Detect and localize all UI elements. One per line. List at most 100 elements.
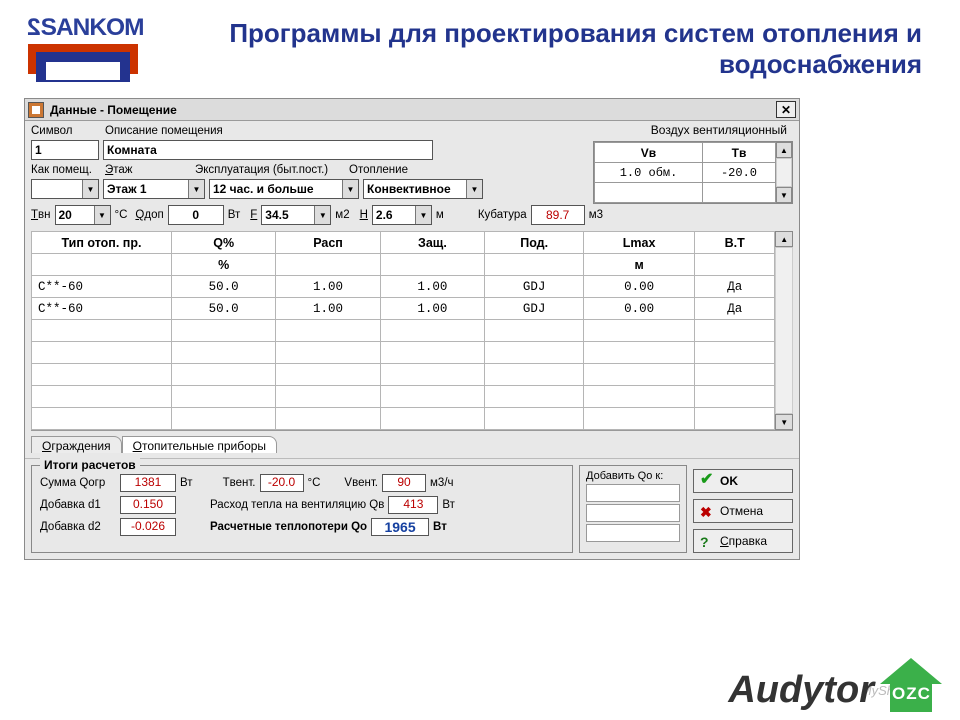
logo-text: SANKOM [41, 14, 144, 41]
d2-value: -0.026 [120, 518, 176, 536]
window-title: Данные - Помещение [50, 103, 177, 117]
add-qo-row[interactable] [586, 524, 680, 542]
col-unit [485, 254, 584, 276]
description-field[interactable] [103, 140, 433, 160]
label-heating: Отопление [349, 164, 408, 176]
vent-value-vv[interactable]: 1.0 обм. [595, 163, 703, 183]
qdop-field[interactable] [168, 205, 224, 225]
add-qo-row[interactable] [586, 504, 680, 522]
vent-title: Воздух вентиляционный [593, 123, 793, 137]
window-icon [28, 102, 44, 118]
tab-radiators[interactable]: Отопительные приборы [122, 436, 277, 453]
chevron-down-icon[interactable]: ▼ [314, 206, 330, 224]
label-kak: Как помещ. [31, 164, 101, 176]
label-qo: Расчетные теплопотери Qo [210, 521, 367, 533]
heaters-table[interactable]: Тип отоп. пр.Q%РаспЗащ.Под.LmaxВ.Т%мC**-… [31, 231, 775, 430]
vent-scroll-track[interactable] [776, 158, 792, 187]
symbol-field[interactable] [31, 140, 99, 160]
label-d1: Добавка d1 [40, 499, 116, 511]
col-unit [695, 254, 775, 276]
d1-value: 0.150 [120, 496, 176, 514]
tvn-combo[interactable]: 20▼ [55, 205, 111, 225]
results-title: Итоги расчетов [40, 458, 140, 472]
chevron-down-icon[interactable]: ▼ [82, 180, 98, 198]
add-qo-row[interactable] [586, 484, 680, 502]
f-combo[interactable]: 34.5▼ [261, 205, 331, 225]
heating-combo[interactable]: Конвективное▼ [363, 179, 483, 199]
label-description: Описание помещения [105, 125, 223, 137]
label-floor-rest: таж [113, 164, 132, 176]
qv-value: 413 [388, 496, 438, 514]
col-header: Под. [485, 232, 584, 254]
label-kubatura: Кубатура [478, 209, 527, 221]
label-vvent: Vвент. [344, 477, 378, 489]
table-row[interactable] [32, 386, 775, 408]
results-group: Итоги расчетов Сумма Qогр 1381 Вт Tвент.… [31, 465, 573, 553]
product-brand: Audytor OZC [728, 658, 942, 712]
table-scroll-track[interactable] [775, 247, 793, 414]
col-unit [380, 254, 484, 276]
chevron-down-icon[interactable]: ▼ [342, 180, 358, 198]
cancel-button[interactable]: ✖ Отмена [693, 499, 793, 523]
tab-enclosures[interactable]: Ограждения [31, 436, 122, 453]
vent-value-tv[interactable]: -20.0 [703, 163, 776, 183]
chevron-down-icon[interactable]: ▼ [466, 180, 482, 198]
label-symbol: Символ [31, 125, 101, 137]
vent-scroll-up[interactable]: ▲ [776, 142, 792, 158]
table-row[interactable]: C**-6050.01.001.00GDJ0.00Да [32, 298, 775, 320]
col-header: Lmax [584, 232, 695, 254]
col-unit: м [584, 254, 695, 276]
table-row[interactable] [32, 364, 775, 386]
chevron-down-icon[interactable]: ▼ [188, 180, 204, 198]
label-ekspl: Эксплуатация (быт.пост.) [195, 164, 345, 176]
sum-qogr-value: 1381 [120, 474, 176, 492]
col-header: Q% [172, 232, 276, 254]
product-name: Audytor [728, 669, 874, 712]
col-header: Расп [276, 232, 380, 254]
unit-vt: Вт [228, 209, 241, 221]
add-qo-group: Добавить Qо к: [579, 465, 687, 553]
table-row[interactable]: C**-6050.01.001.00GDJ0.00Да [32, 276, 775, 298]
close-button[interactable]: ✕ [776, 101, 796, 118]
table-scroll-down[interactable]: ▼ [775, 414, 793, 430]
tvent-value: -20.0 [260, 474, 304, 492]
ekspl-combo[interactable]: 12 час. и больше▼ [209, 179, 359, 199]
sankom-logo: 2SANKOM [28, 14, 178, 82]
ok-button[interactable]: ✔ OK [693, 469, 793, 493]
col-unit [276, 254, 380, 276]
unit-m3: м3 [589, 209, 603, 221]
table-row[interactable] [32, 408, 775, 430]
unit-m2: м2 [335, 209, 349, 221]
col-unit [32, 254, 172, 276]
table-row[interactable] [32, 320, 775, 342]
h-combo[interactable]: 2.6▼ [372, 205, 432, 225]
table-scroll-up[interactable]: ▲ [775, 231, 793, 247]
close-icon: ✖ [700, 504, 714, 518]
vvent-value: 90 [382, 474, 426, 492]
unit-c: °C [115, 209, 128, 221]
col-header: Тип отоп. пр. [32, 232, 172, 254]
label-sum-qogr: Сумма Qогр [40, 477, 116, 489]
label-d2: Добавка d2 [40, 521, 116, 533]
vent-header-tv: Tв [703, 143, 776, 163]
kubatura-field: 89.7 [531, 205, 585, 225]
label-qv: Расход тепла на вентиляцию Qв [210, 499, 384, 511]
check-icon: ✔ [700, 474, 714, 488]
room-data-window: Данные - Помещение ✕ Воздух вентиляционн… [24, 98, 800, 560]
vent-scroll-down[interactable]: ▼ [776, 187, 792, 203]
label-tvent: Tвент. [223, 477, 256, 489]
col-header: Защ. [380, 232, 484, 254]
col-unit: % [172, 254, 276, 276]
label-add-qo: Добавить Qо к: [586, 470, 680, 482]
slogan: Программы для проектирования систем отоп… [178, 14, 940, 80]
house-icon: OZC [880, 658, 942, 712]
table-row[interactable] [32, 342, 775, 364]
vent-header-vv: Vв [595, 143, 703, 163]
col-header: В.Т [695, 232, 775, 254]
ventilation-group: Воздух вентиляционный Vв Tв 1.0 обм. -20… [593, 123, 793, 204]
chevron-down-icon[interactable]: ▼ [94, 206, 110, 224]
chevron-down-icon[interactable]: ▼ [415, 206, 431, 224]
floor-combo[interactable]: Этаж 1▼ [103, 179, 205, 199]
kak-combo[interactable]: ▼ [31, 179, 99, 199]
help-button[interactable]: ? Справка [693, 529, 793, 553]
